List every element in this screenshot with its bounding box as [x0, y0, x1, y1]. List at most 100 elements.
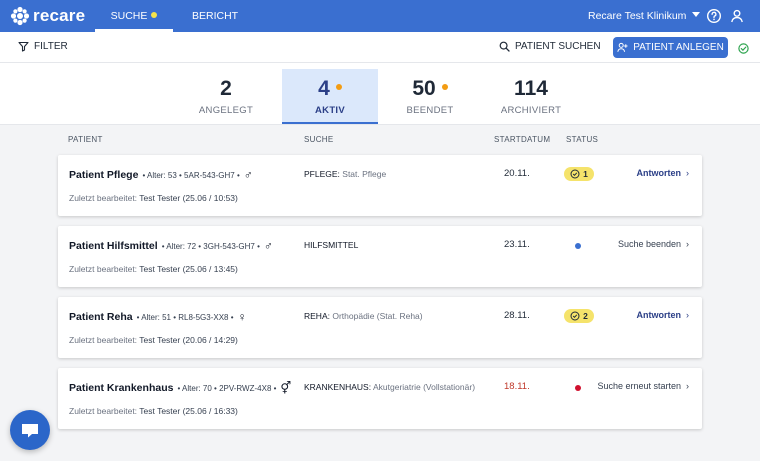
last-edited: Zuletzt bearbeitet: Test Tester (25.06 /…: [69, 193, 238, 203]
counter-value: 50: [382, 76, 478, 102]
last-edited: Zuletzt bearbeitet: Test Tester (25.06 /…: [69, 406, 238, 416]
patient-info: Patient Hilfsmittel • Alter: 72 • 3GH-54…: [69, 239, 273, 253]
last-edited-prefix: Zuletzt bearbeitet:: [69, 193, 138, 203]
column-header-patient: PATIENT: [68, 135, 103, 144]
answer-button[interactable]: Antworten ›: [637, 310, 690, 320]
end-search-button[interactable]: Suche beenden ›: [618, 239, 689, 249]
chevron-right-icon: ›: [686, 239, 689, 249]
search-type: KRANKENHAUS: Akutgeriatrie (Vollstationä…: [304, 382, 475, 392]
last-edited-value: Test Tester (25.06 / 13:45): [139, 264, 238, 274]
last-edited-prefix: Zuletzt bearbeitet:: [69, 406, 138, 416]
counter-label: ARCHIVIERT: [500, 105, 562, 116]
status-badge: 1: [564, 167, 594, 181]
add-patient-label: PATIENT ANLEGEN: [633, 42, 724, 53]
search-type-detail: Orthopädie (Stat. Reha): [332, 311, 423, 321]
filter-button[interactable]: FILTER: [18, 41, 68, 52]
add-patient-button[interactable]: PATIENT ANLEGEN: [613, 37, 728, 58]
search-type: PFLEGE: Stat. Pflege: [304, 169, 386, 179]
tab-suche[interactable]: SUCHE: [95, 0, 173, 32]
patient-row[interactable]: Patient Hilfsmittel • Alter: 72 • 3GH-54…: [58, 226, 702, 287]
clock-check-icon: [570, 169, 580, 179]
patient-name: Patient Hilfsmittel: [69, 240, 158, 252]
patient-row[interactable]: Patient Reha • Alter: 51 • RL8-5G3-XX8 •…: [58, 297, 702, 358]
toolbar: FILTER PATIENT SUCHEN PATIENT ANLEGEN: [0, 32, 760, 63]
help-icon[interactable]: [706, 8, 722, 24]
last-edited-prefix: Zuletzt bearbeitet:: [69, 335, 138, 345]
clock-check-icon: [570, 311, 580, 321]
patient-search-label: PATIENT SUCHEN: [515, 41, 601, 52]
patient-info: Patient Reha • Alter: 51 • RL8-5G3-XX8 •…: [69, 310, 247, 324]
status-badge: 2: [564, 309, 594, 323]
counter-number: 4: [318, 77, 330, 100]
search-type-label: PFLEGE:: [304, 169, 340, 179]
counter-value: 4: [282, 76, 378, 102]
status-count: 1: [583, 169, 588, 179]
counter-label: ANGELEGT: [198, 105, 254, 116]
recare-logo-icon: [10, 6, 30, 26]
male-icon: ♂: [243, 168, 253, 182]
notification-dot: [151, 12, 158, 18]
patient-details: • Alter: 53 • 5AR-543-GH7 •: [142, 170, 240, 180]
search-type-detail: Akutgeriatrie (Vollstationär): [372, 382, 476, 392]
column-header-start: STARTDATUM: [494, 135, 551, 144]
notification-dot: [441, 84, 448, 90]
counter-angelegt[interactable]: 2 ANGELEGT: [178, 69, 274, 124]
filter-label: FILTER: [34, 41, 68, 52]
patient-search-button[interactable]: PATIENT SUCHEN: [499, 41, 601, 52]
counter-label: AKTIV: [315, 105, 345, 116]
patient-name: Patient Reha: [69, 311, 133, 323]
action-label: Suche beenden: [617, 239, 681, 249]
last-edited-value: Test Tester (25.06 / 10:53): [139, 193, 238, 203]
chat-button[interactable]: [10, 410, 50, 450]
search-type-label: KRANKENHAUS:: [304, 382, 372, 392]
filter-icon: [18, 41, 29, 52]
start-date: 28.11.: [504, 310, 530, 321]
restart-search-button[interactable]: Suche erneut starten ›: [597, 381, 689, 391]
last-edited: Zuletzt bearbeitet: Test Tester (25.06 /…: [69, 264, 238, 274]
counter-number: 50: [412, 77, 436, 100]
counter-archiviert[interactable]: 114 ARCHIVIERT: [483, 69, 579, 124]
status-counters: 2 ANGELEGT 4 AKTIV 50 BEENDET 114 ARCHIV…: [0, 63, 760, 125]
patient-info: Patient Krankenhaus • Alter: 70 • 2PV-RW…: [69, 381, 291, 395]
action-label: Antworten: [636, 310, 682, 320]
column-header-search: SUCHE: [304, 135, 334, 144]
status-dot: [575, 243, 581, 249]
counter-beendet[interactable]: 50 BEENDET: [382, 69, 478, 124]
search-type-detail: Stat. Pflege: [342, 169, 387, 179]
patient-row[interactable]: Patient Krankenhaus • Alter: 70 • 2PV-RW…: [58, 368, 702, 429]
search-icon: [499, 41, 510, 52]
patient-details: • Alter: 72 • 3GH-543-GH7 •: [161, 241, 260, 251]
status-count: 2: [583, 311, 588, 321]
chevron-right-icon: ›: [686, 381, 689, 391]
last-edited-prefix: Zuletzt bearbeitet:: [69, 264, 138, 274]
chat-icon: [22, 424, 38, 438]
tab-bericht-label: BERICHT: [192, 10, 239, 22]
counter-aktiv[interactable]: 4 AKTIV: [282, 69, 378, 124]
account-icon[interactable]: [729, 8, 745, 24]
patient-row[interactable]: Patient Pflege • Alter: 53 • 5AR-543-GH7…: [58, 155, 702, 216]
patient-name: Patient Krankenhaus: [69, 382, 174, 394]
clinic-name: Recare Test Klinikum: [588, 10, 687, 22]
notification-dot: [335, 84, 342, 90]
search-type: REHA: Orthopädie (Stat. Reha): [304, 311, 423, 321]
brand-name: recare: [33, 6, 86, 25]
recare-logo[interactable]: recare: [10, 6, 85, 26]
male-icon: ♂: [263, 239, 273, 253]
tab-bericht[interactable]: BERICHT: [192, 0, 238, 32]
answer-button[interactable]: Antworten ›: [637, 168, 690, 178]
diverse-gender-icon: ⚥: [280, 381, 292, 395]
status-dot: [575, 385, 581, 391]
top-navigation-bar: recare SUCHE BERICHT Recare Test Kliniku…: [0, 0, 760, 32]
start-date: 23.11.: [504, 239, 530, 250]
start-date: 20.11.: [504, 168, 530, 179]
counter-label: BEENDET: [406, 105, 454, 116]
add-user-icon: [617, 42, 628, 52]
chevron-right-icon: ›: [686, 310, 689, 320]
last-edited: Zuletzt bearbeitet: Test Tester (20.06 /…: [69, 335, 238, 345]
clinic-selector[interactable]: Recare Test Klinikum: [588, 0, 701, 32]
search-type-label: HILFSMITTEL: [304, 240, 359, 250]
start-date: 18.11.: [504, 381, 530, 392]
column-header-status: STATUS: [566, 135, 599, 144]
patient-name: Patient Pflege: [69, 169, 139, 181]
counter-value: 114: [514, 77, 548, 100]
